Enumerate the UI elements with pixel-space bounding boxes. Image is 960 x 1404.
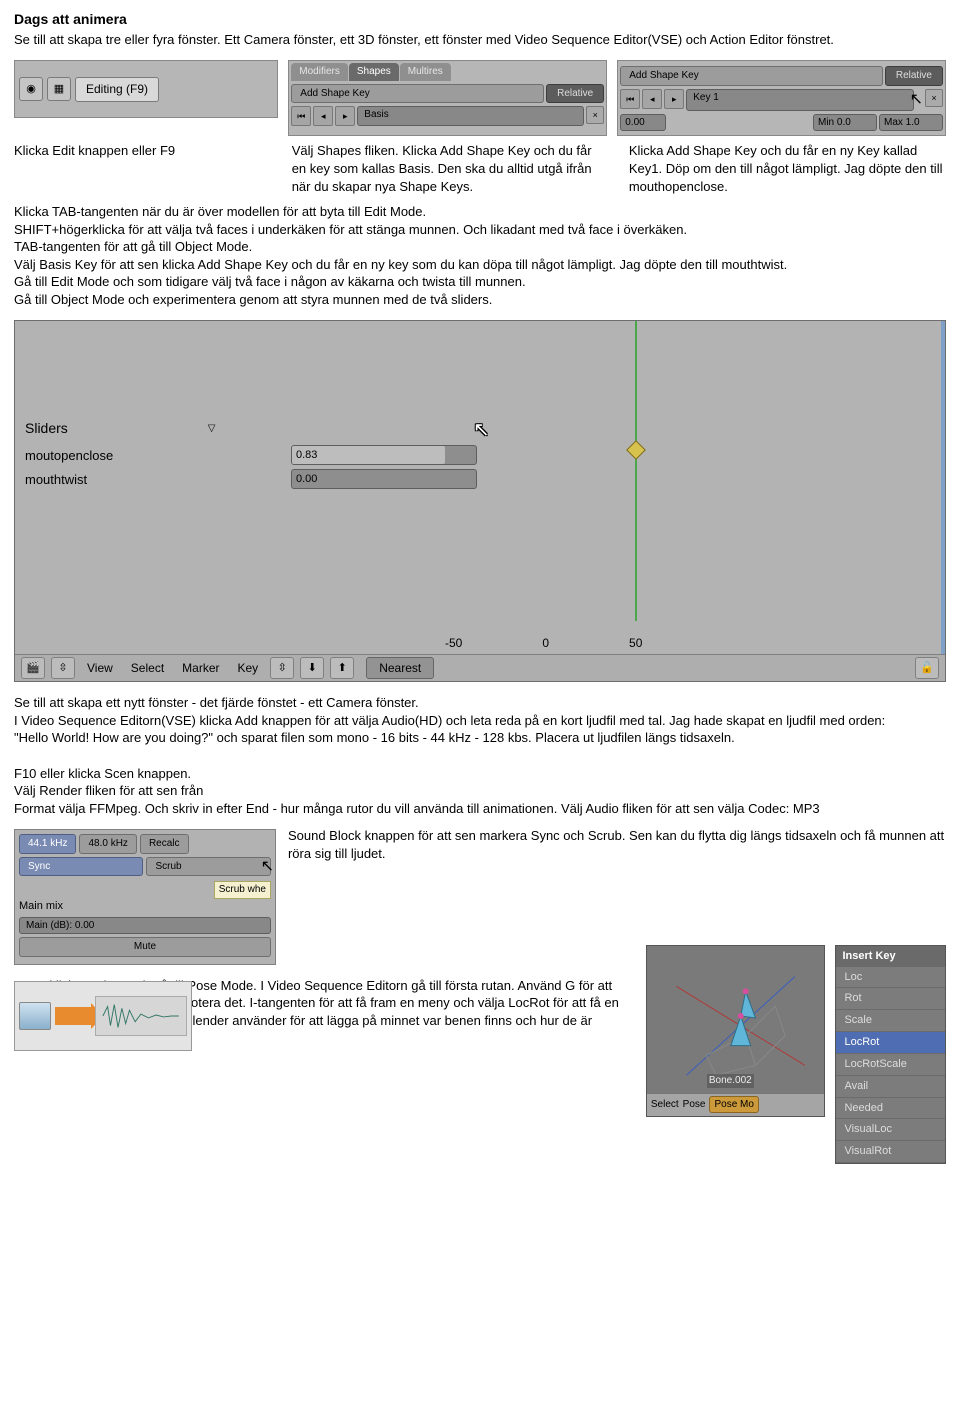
insert-key-visualrot[interactable]: VisualRot: [836, 1141, 945, 1163]
menu-key[interactable]: Key: [232, 660, 265, 676]
add-shape-key-button[interactable]: Add Shape Key: [291, 84, 544, 104]
nav-prev-icon[interactable]: ◂: [313, 106, 333, 126]
sliders-label-text: Sliders: [25, 419, 68, 438]
menu-marker[interactable]: Marker: [176, 660, 225, 676]
insert-key-needed[interactable]: Needed: [836, 1098, 945, 1120]
delete-shapekey-button-2[interactable]: ×: [925, 89, 943, 107]
panel-editing: ◉ ▦ Editing (F9): [14, 60, 278, 118]
slider-name: mouthtwist: [25, 471, 285, 489]
slider-row-moutopenclose: moutopenclose 0.83: [25, 445, 477, 465]
axis-tick: 0: [542, 635, 549, 651]
insert-key-locrotscale[interactable]: LocRotScale: [836, 1054, 945, 1076]
slider-value: 0.83: [296, 448, 317, 463]
relative-toggle[interactable]: Relative: [546, 84, 604, 104]
insert-key-avail[interactable]: Avail: [836, 1076, 945, 1098]
pose-mode-dropdown[interactable]: Pose Mo: [709, 1096, 758, 1114]
insert-key-rot[interactable]: Rot: [836, 988, 945, 1010]
image-icon[interactable]: [19, 1002, 51, 1030]
cursor-icon: ↖: [473, 417, 490, 444]
editor-type-icon[interactable]: 🎬: [21, 657, 45, 679]
value-field[interactable]: 0.00: [620, 114, 666, 132]
jump-up-icon[interactable]: ⬆: [330, 657, 354, 679]
axis-tick: 50: [629, 635, 642, 651]
tab-modifiers[interactable]: Modifiers: [291, 63, 348, 81]
menu-pose-3d[interactable]: Pose: [683, 1098, 706, 1112]
slider-input-moutopenclose[interactable]: 0.83: [291, 445, 477, 465]
3d-header: Select Pose Pose Mo: [647, 1093, 825, 1116]
editing-f9-button[interactable]: Editing (F9): [75, 77, 159, 101]
insert-key-locrot[interactable]: LocRot: [836, 1032, 945, 1054]
caption-row: Klicka Edit knappen eller F9 Välj Shapes…: [14, 142, 946, 195]
rate-441-button[interactable]: 44.1 kHz: [19, 834, 76, 854]
bone-name-label: Bone.002: [707, 1074, 754, 1088]
caption-1: Klicka Edit knappen eller F9: [14, 142, 272, 195]
insert-key-scale[interactable]: Scale: [836, 1010, 945, 1032]
delete-shapekey-button[interactable]: ×: [586, 106, 604, 124]
scrub-button[interactable]: Scrub ↖: [146, 857, 270, 877]
waveform-display: [95, 996, 187, 1036]
caption-2: Välj Shapes fliken. Klicka Add Shape Key…: [292, 142, 609, 195]
shapekey-name-field[interactable]: Basis: [357, 106, 584, 126]
menu-view[interactable]: View: [81, 660, 119, 676]
rate-480-button[interactable]: 48.0 kHz: [79, 834, 136, 854]
slider-name: moutopenclose: [25, 447, 285, 465]
slider-input-mouthtwist[interactable]: 0.00: [291, 469, 477, 489]
insert-key-title: Insert Key: [836, 946, 945, 967]
panel-shapes-key1: Add Shape Key Relative ⏮ ◂ ▸ Key 1 ↖ × 0…: [617, 60, 946, 136]
sliders-header[interactable]: Sliders ▽: [25, 419, 216, 438]
nav-prev-icon-2[interactable]: ◂: [642, 89, 662, 109]
right-edge: [941, 321, 945, 655]
jump-down-icon[interactable]: ⬇: [300, 657, 324, 679]
collapse-icon[interactable]: ▽: [208, 422, 216, 436]
min-field[interactable]: Min 0.0: [813, 114, 877, 132]
panel-shapes: Modifiers Shapes Multires Add Shape Key …: [288, 60, 607, 136]
caption-3: Klicka Add Shape Key och du får en ny Ke…: [629, 142, 946, 195]
snap-nearest-dropdown[interactable]: Nearest: [366, 657, 434, 679]
current-frame-line[interactable]: [635, 321, 637, 621]
3d-viewport[interactable]: Bone.002 Select Pose Pose Mo: [646, 945, 826, 1117]
keyframe-diamond-icon[interactable]: [626, 440, 646, 460]
insert-key-loc[interactable]: Loc: [836, 967, 945, 989]
page-title: Dags att animera: [14, 10, 946, 29]
scrub-tooltip: Scrub whe: [214, 881, 271, 899]
menu-select-3d[interactable]: Select: [651, 1098, 679, 1112]
wave-panel: [14, 981, 192, 1051]
nav-next-icon[interactable]: ▸: [335, 106, 355, 126]
shapekey-name-field-2[interactable]: Key 1: [686, 89, 913, 111]
timeline-axis: -50 0 50: [445, 635, 642, 651]
scrub-label: Scrub: [155, 861, 181, 872]
nav-first-icon-2[interactable]: ⏮: [620, 89, 640, 109]
cursor-icon: ↖: [910, 89, 923, 111]
orange-arrow-icon: [55, 1007, 91, 1025]
sync-button[interactable]: Sync: [19, 857, 143, 877]
insert-key-visualloc[interactable]: VisualLoc: [836, 1119, 945, 1141]
menu-select[interactable]: Select: [125, 660, 170, 676]
updown-icon[interactable]: ⇳: [51, 657, 75, 679]
action-editor-header: 🎬 ⇳ View Select Marker Key ⇳ ⬇ ⬆ Nearest…: [15, 654, 945, 681]
slider-value: 0.00: [296, 472, 317, 487]
lock-icon[interactable]: 🔓: [915, 657, 939, 679]
tab-multires[interactable]: Multires: [400, 63, 451, 81]
panel-selector-icon[interactable]: ◉: [19, 77, 43, 101]
tab-shapes[interactable]: Shapes: [349, 63, 399, 81]
nav-next-icon-2[interactable]: ▸: [664, 89, 684, 109]
cursor-icon: ↖: [261, 856, 274, 878]
insert-key-menu: Insert Key Loc Rot Scale LocRot LocRotSc…: [835, 945, 946, 1164]
after-paragraph: Se till att skapa ett nytt fönster - det…: [14, 694, 946, 817]
slider-row-mouthtwist: mouthtwist 0.00: [25, 469, 477, 489]
main-mix-label: Main mix: [19, 899, 63, 914]
recalc-button[interactable]: Recalc: [140, 834, 189, 854]
nav-first-icon[interactable]: ⏮: [291, 106, 311, 126]
action-editor-panel: Sliders ▽ moutopenclose 0.83 mouthtwist …: [14, 320, 946, 682]
max-field[interactable]: Max 1.0: [879, 114, 943, 132]
intro-paragraph: Se till att skapa tre eller fyra fönster…: [14, 31, 946, 49]
updown-icon-2[interactable]: ⇳: [270, 657, 294, 679]
add-shape-key-button-2[interactable]: Add Shape Key: [620, 66, 883, 86]
axis-tick: -50: [445, 635, 462, 651]
main-db-field[interactable]: Main (dB): 0.00: [19, 917, 271, 935]
relative-toggle-2[interactable]: Relative: [885, 66, 943, 86]
editing-icon[interactable]: ▦: [47, 77, 71, 101]
mid-paragraph: Klicka TAB-tangenten när du är över mode…: [14, 203, 946, 308]
panel-row-1: ◉ ▦ Editing (F9) Modifiers Shapes Multir…: [14, 60, 946, 136]
